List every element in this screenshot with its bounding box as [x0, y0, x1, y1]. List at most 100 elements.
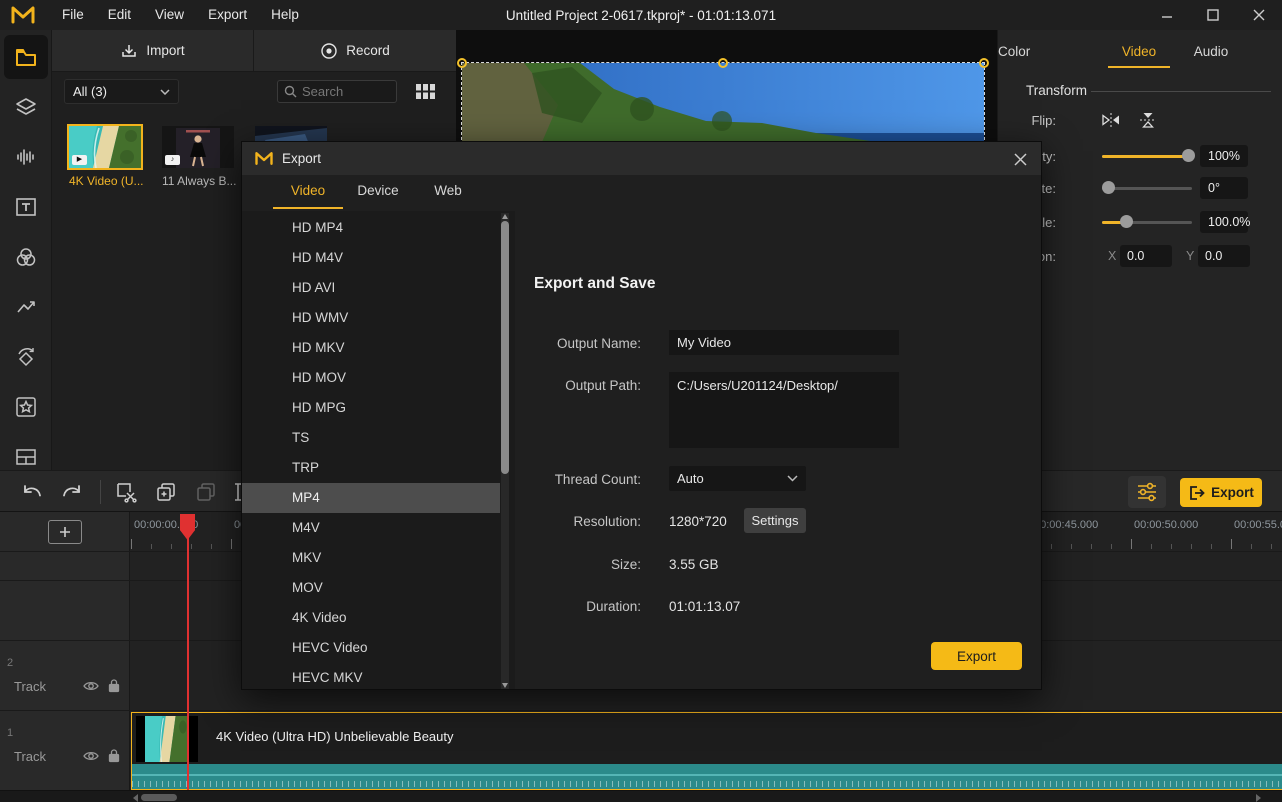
add-track-button[interactable]	[48, 520, 82, 544]
menu-item[interactable]: File	[50, 0, 96, 30]
sidebar-item-filters[interactable]	[4, 235, 48, 279]
record-button[interactable]: Record	[254, 30, 456, 71]
export-dialog-tabs: VideoDeviceWeb	[273, 175, 483, 209]
resolution-settings-button[interactable]: Settings	[744, 508, 806, 533]
scrollbar-thumb[interactable]	[141, 794, 177, 801]
sidebar-item-overlays[interactable]	[4, 85, 48, 129]
export-dialog-tab[interactable]: Web	[413, 175, 483, 209]
format-option[interactable]: MP4	[242, 483, 500, 513]
close-button[interactable]	[1236, 0, 1282, 30]
menu-item[interactable]: Edit	[96, 0, 143, 30]
ruler-time-label: 00:00:55.000	[1234, 519, 1282, 531]
format-option[interactable]: HD MP4	[242, 213, 500, 243]
resolution-value: 1280*720	[669, 514, 727, 529]
media-filter-dropdown[interactable]: All (3)	[64, 79, 179, 104]
thread-count-dropdown[interactable]: Auto	[669, 466, 806, 491]
position-y-label: Y	[1186, 249, 1194, 263]
title-bar: FileEditViewExportHelp Untitled Project …	[0, 0, 1282, 30]
format-option[interactable]: HD AVI	[242, 273, 500, 303]
format-option[interactable]: HD MKV	[242, 333, 500, 363]
rotate-value[interactable]: 0°	[1200, 177, 1248, 199]
scroll-down-icon[interactable]	[502, 683, 508, 688]
sidebar-item-animation[interactable]	[4, 335, 48, 379]
format-option[interactable]: M4V	[242, 513, 500, 543]
maximize-button[interactable]	[1190, 0, 1236, 30]
timeline-clip[interactable]: 4K Video (Ultra HD) Unbelievable Beauty	[131, 712, 1282, 790]
menu-item[interactable]: Export	[196, 0, 259, 30]
menu-item[interactable]: Help	[259, 0, 311, 30]
duration-label: Duration:	[481, 599, 641, 614]
undo-icon[interactable]	[20, 480, 44, 504]
ruler-time-label: 00:00:50.000	[1134, 519, 1198, 531]
format-option[interactable]: MKV	[242, 543, 500, 573]
track-lock-icon[interactable]	[107, 748, 125, 764]
text-icon	[14, 195, 38, 219]
selection-handle-top-center[interactable]	[718, 58, 728, 68]
format-option[interactable]: HD MPG	[242, 393, 500, 423]
output-name-label: Output Name:	[481, 336, 641, 351]
output-path-label: Output Path:	[481, 378, 641, 393]
export-dialog-tab[interactable]: Device	[343, 175, 413, 209]
sidebar-item-media[interactable]	[4, 35, 48, 79]
opacity-slider[interactable]	[1102, 149, 1192, 163]
format-option[interactable]: 4K Video	[242, 603, 500, 633]
properties-tab[interactable]: Audio	[1180, 40, 1242, 68]
properties-tab[interactable]: Video	[1108, 40, 1170, 68]
duration-value: 01:01:13.07	[669, 599, 740, 614]
flip-label: Flip:	[936, 113, 1056, 128]
redo-icon[interactable]	[60, 480, 84, 504]
sidebar-item-effects[interactable]	[4, 385, 48, 429]
format-option[interactable]: HEVC MKV	[242, 663, 500, 690]
timeline-horizontal-scrollbar[interactable]	[0, 790, 1282, 802]
format-option[interactable]: HEVC Video	[242, 633, 500, 663]
format-list-scrollbar[interactable]	[501, 213, 509, 689]
output-path-box[interactable]: C:/Users/U201124/Desktop/	[669, 372, 899, 448]
format-option[interactable]: HD M4V	[242, 243, 500, 273]
minimize-button[interactable]	[1144, 0, 1190, 30]
timeline-settings-button[interactable]	[1128, 476, 1166, 508]
format-option[interactable]: TS	[242, 423, 500, 453]
scroll-up-icon[interactable]	[502, 214, 508, 219]
track-lock-icon[interactable]	[107, 678, 125, 694]
dialog-logo-icon	[254, 151, 274, 166]
track-visibility-eye-icon[interactable]	[82, 749, 100, 765]
media-item-video[interactable]: ▶ 4K Video (U...	[69, 126, 141, 188]
split-screen-icon	[14, 445, 38, 469]
scale-slider[interactable]	[1102, 215, 1192, 229]
sidebar-item-text[interactable]	[4, 185, 48, 229]
import-button[interactable]: Import	[52, 30, 254, 71]
format-option[interactable]: TRP	[242, 453, 500, 483]
opacity-value[interactable]: 100%	[1200, 145, 1248, 167]
copy-icon[interactable]	[194, 480, 218, 504]
menu-bar: FileEditViewExportHelp	[50, 0, 311, 30]
split-clip-icon[interactable]	[114, 480, 138, 504]
sidebar-item-transitions[interactable]	[4, 285, 48, 329]
export-dialog-tab[interactable]: Video	[273, 175, 343, 209]
scroll-left-icon[interactable]	[133, 794, 138, 802]
format-option[interactable]: HD WMV	[242, 303, 500, 333]
selection-handle-top-right[interactable]	[979, 58, 989, 68]
grid-view-button[interactable]	[414, 81, 436, 102]
flip-horizontal-icon[interactable]	[1100, 111, 1122, 129]
playhead-line	[187, 526, 189, 790]
output-name-input[interactable]	[669, 330, 899, 355]
selection-handle-top-left[interactable]	[457, 58, 467, 68]
properties-tab[interactable]: Color	[998, 40, 1030, 68]
media-item-audio[interactable]: ♪ 11 Always B...	[162, 126, 234, 188]
format-option[interactable]: MOV	[242, 573, 500, 603]
sidebar-item-audio[interactable]	[4, 135, 48, 179]
rotate-slider[interactable]	[1102, 181, 1192, 195]
scale-value[interactable]: 100.0%	[1200, 211, 1248, 233]
format-option[interactable]: HD MOV	[242, 363, 500, 393]
scroll-right-icon[interactable]	[1256, 794, 1261, 802]
position-y-input[interactable]: 0.0	[1198, 245, 1250, 267]
dialog-close-icon[interactable]	[1011, 150, 1029, 168]
export-toolbar-button[interactable]: Export	[1180, 478, 1262, 507]
position-x-input[interactable]: 0.0	[1120, 245, 1172, 267]
flip-vertical-icon[interactable]	[1138, 111, 1160, 129]
duplicate-icon[interactable]	[154, 480, 178, 504]
menu-item[interactable]: View	[143, 0, 196, 30]
export-confirm-button[interactable]: Export	[931, 642, 1022, 670]
track-visibility-eye-icon[interactable]	[82, 679, 100, 695]
search-input[interactable]	[302, 84, 388, 99]
